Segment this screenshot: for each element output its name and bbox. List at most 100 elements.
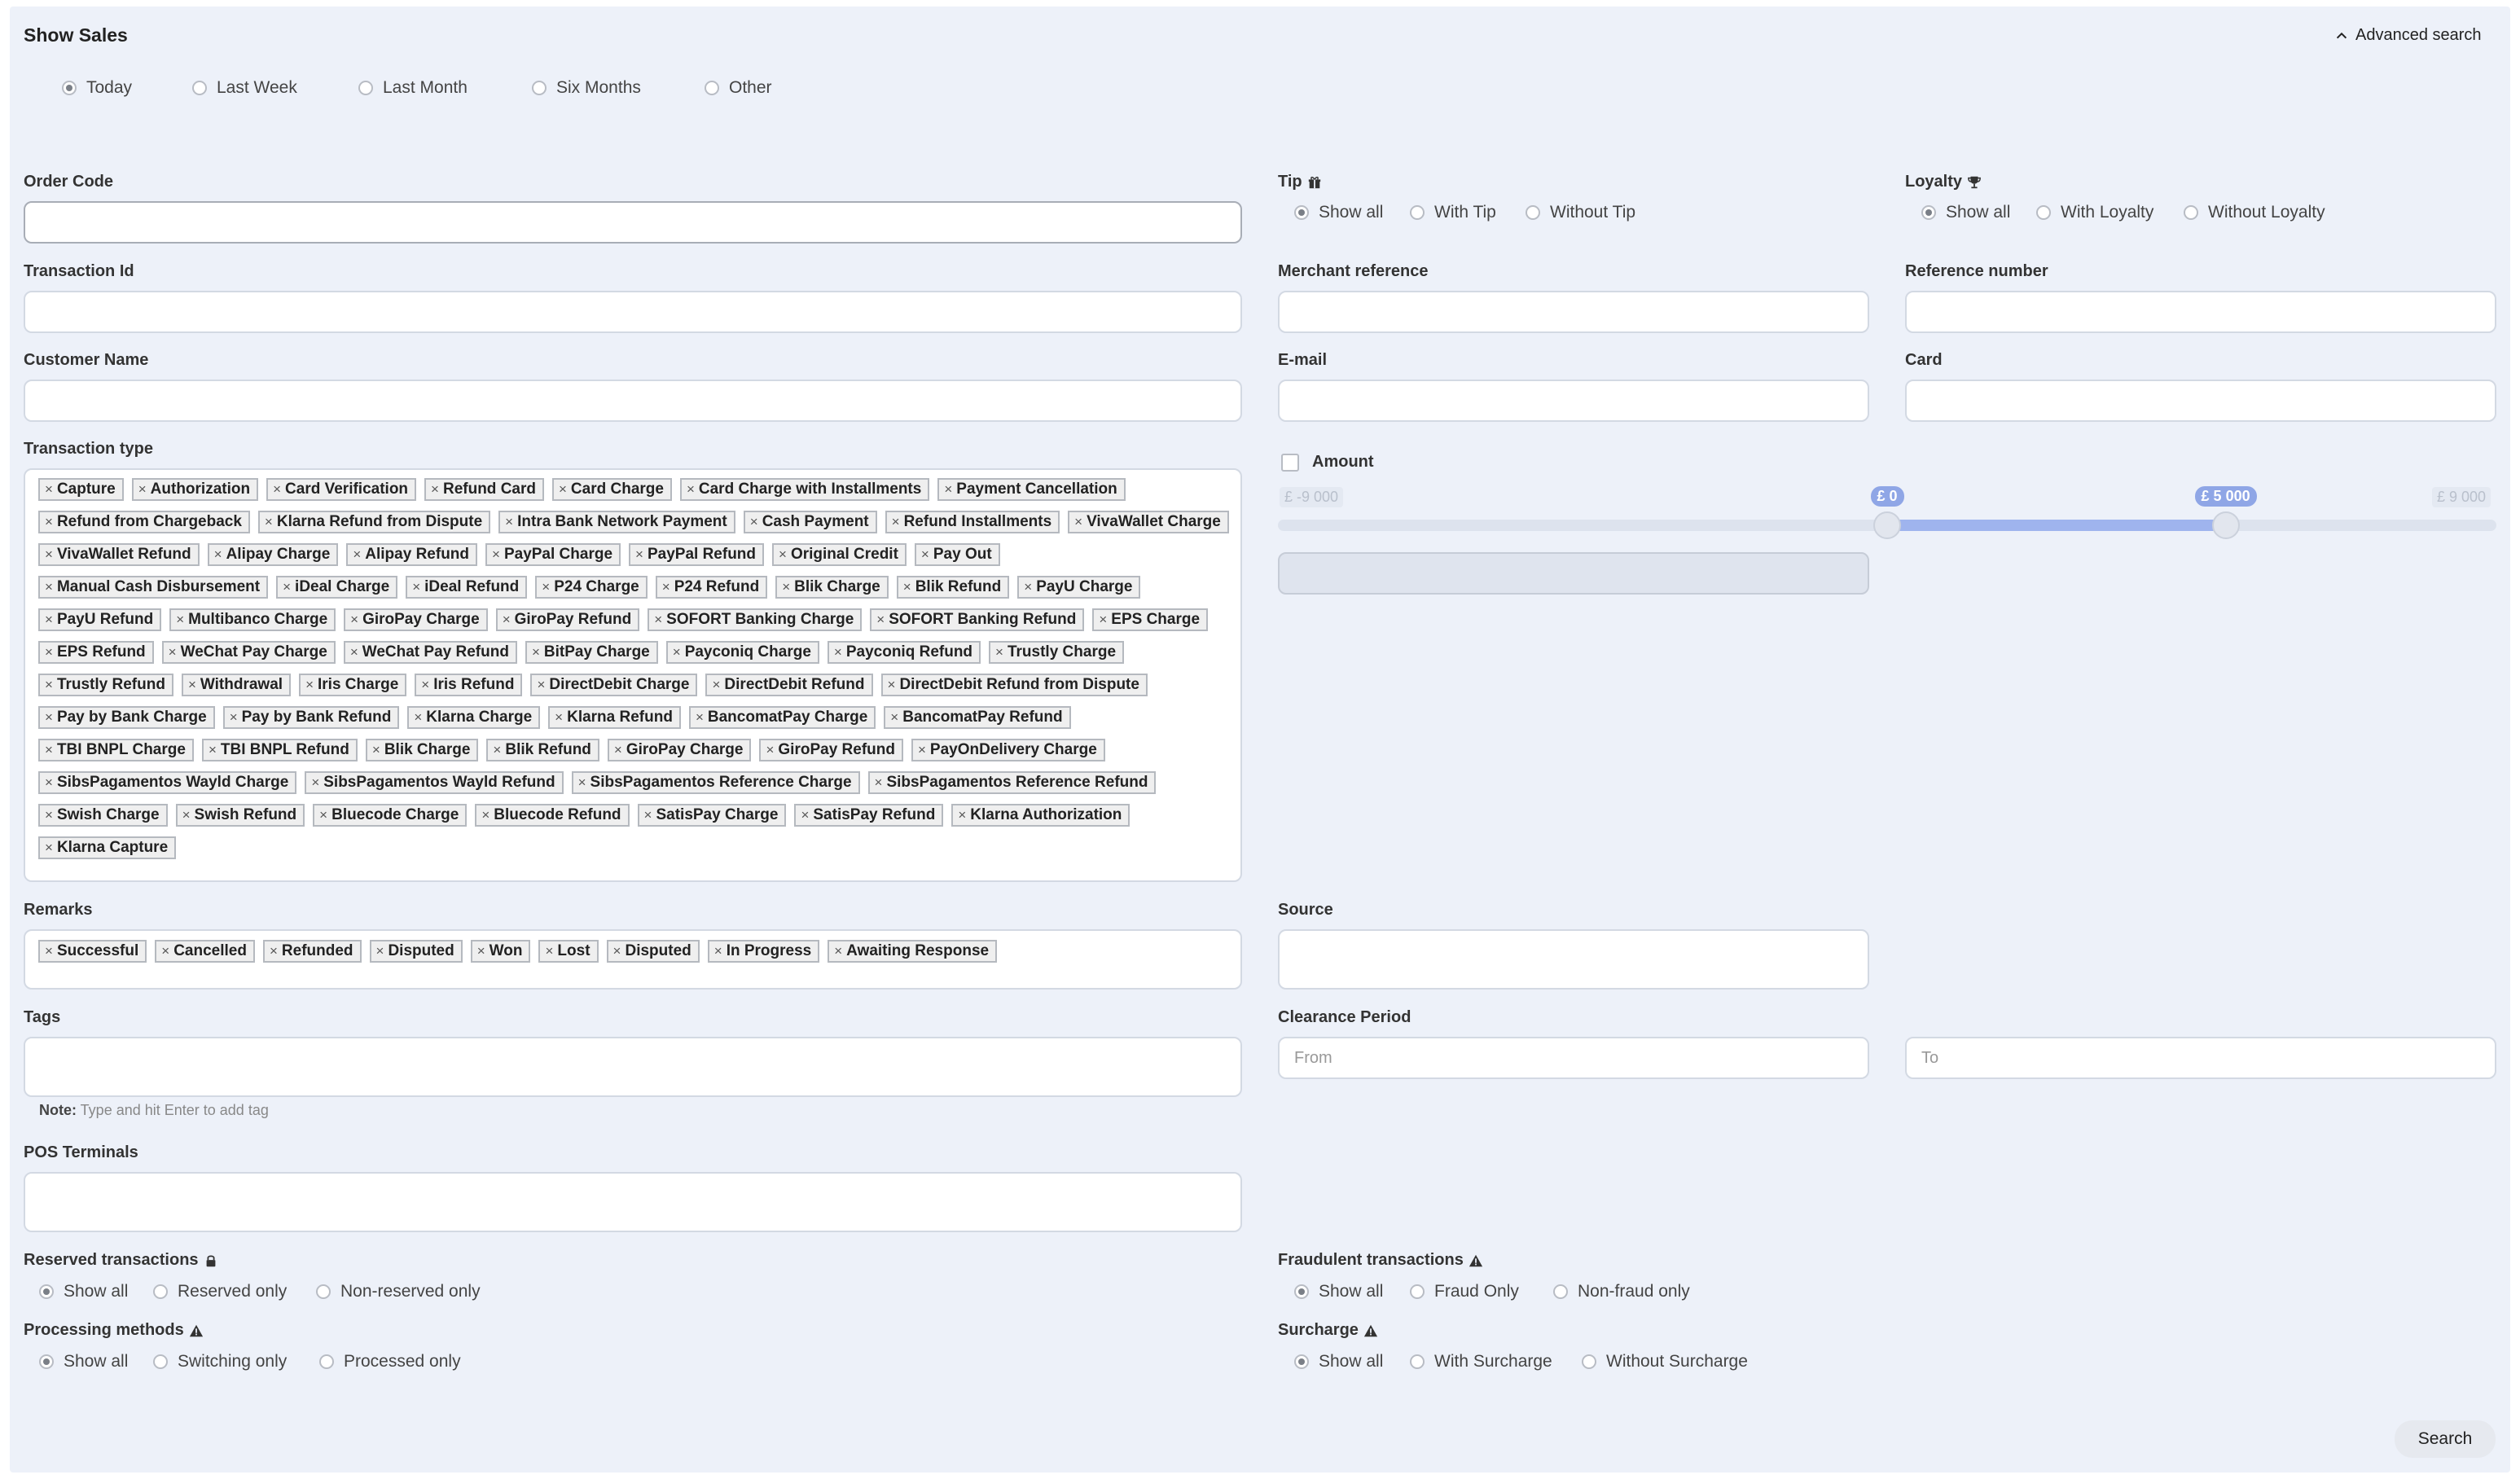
merchant-reference-input[interactable] [1278,291,1869,333]
radio-dot[interactable] [705,81,719,95]
tip-with-tip[interactable]: With Tip [1410,203,1526,222]
remove-tag-icon[interactable]: × [1099,612,1107,628]
processing-processed-only[interactable]: Processed only [319,1352,461,1371]
remove-tag-icon[interactable]: × [542,579,550,595]
remove-tag-icon[interactable]: × [283,579,291,595]
radio-dot[interactable] [2184,205,2198,220]
remove-tag-icon[interactable]: × [834,943,842,959]
remove-tag-icon[interactable]: × [559,481,567,498]
radio-dot[interactable] [532,81,547,95]
remove-tag-icon[interactable]: × [273,481,281,498]
remarks-select[interactable]: × Successful × Cancelled × Refunded × Disputed ×… [24,929,1242,990]
pos-terminals-input[interactable] [24,1172,1242,1232]
remove-tag-icon[interactable]: × [353,546,361,563]
remove-tag-icon[interactable]: × [311,775,319,791]
remove-tag-icon[interactable]: × [45,612,53,628]
remove-tag-icon[interactable]: × [635,546,643,563]
radio-dot[interactable] [358,81,373,95]
remove-tag-icon[interactable]: × [505,514,513,530]
radio-dot[interactable] [1553,1284,1568,1299]
remove-tag-icon[interactable]: × [350,644,358,661]
remove-tag-icon[interactable]: × [890,709,898,726]
remove-tag-icon[interactable]: × [350,612,358,628]
radio-dot[interactable] [1294,1284,1309,1299]
remove-tag-icon[interactable]: × [45,579,53,595]
remove-tag-icon[interactable]: × [45,481,53,498]
remove-tag-icon[interactable]: × [45,742,53,758]
amount-checkbox[interactable] [1281,453,1299,472]
radio-dot[interactable] [1526,205,1540,220]
period-six-months[interactable]: Six Months [532,78,705,98]
amount-high-handle[interactable] [2211,511,2240,539]
advanced-search-toggle[interactable]: Advanced search [2334,26,2482,45]
remove-tag-icon[interactable]: × [555,709,563,726]
remove-tag-icon[interactable]: × [481,807,490,823]
card-input[interactable] [1905,380,2496,422]
remove-tag-icon[interactable]: × [614,742,622,758]
surcharge-without-surcharge[interactable]: Without Surcharge [1582,1352,1748,1371]
remove-tag-icon[interactable]: × [138,481,147,498]
remove-tag-icon[interactable]: × [1074,514,1082,530]
remove-tag-icon[interactable]: × [613,943,621,959]
amount-input[interactable] [1278,552,1869,595]
radio-dot[interactable] [153,1354,168,1369]
radio-dot[interactable] [1582,1354,1596,1369]
fraudulent-non-fraud-only[interactable]: Non-fraud only [1553,1282,1690,1301]
remove-tag-icon[interactable]: × [921,546,929,563]
loyalty-without-loyalty[interactable]: Without Loyalty [2184,203,2325,222]
remove-tag-icon[interactable]: × [782,579,790,595]
reference-number-input[interactable] [1905,291,2496,333]
radio-dot[interactable] [192,81,207,95]
processing-show-all[interactable]: Show all [39,1352,153,1371]
remove-tag-icon[interactable]: × [876,612,885,628]
surcharge-show-all[interactable]: Show all [1294,1352,1410,1371]
remove-tag-icon[interactable]: × [214,546,222,563]
remove-tag-icon[interactable]: × [654,612,662,628]
remove-tag-icon[interactable]: × [662,579,670,595]
clearance-to-input[interactable] [1905,1037,2496,1079]
remove-tag-icon[interactable]: × [766,742,774,758]
radio-dot[interactable] [2036,205,2051,220]
remove-tag-icon[interactable]: × [492,546,500,563]
remove-tag-icon[interactable]: × [712,677,720,693]
remove-tag-icon[interactable]: × [696,709,704,726]
remove-tag-icon[interactable]: × [644,807,652,823]
remove-tag-icon[interactable]: × [903,579,911,595]
source-input[interactable] [1278,929,1869,990]
remove-tag-icon[interactable]: × [45,840,53,856]
remove-tag-icon[interactable]: × [537,677,545,693]
remove-tag-icon[interactable]: × [169,644,177,661]
fraudulent-fraud-only[interactable]: Fraud Only [1410,1282,1553,1301]
remove-tag-icon[interactable]: × [45,709,53,726]
radio-dot[interactable] [1410,1354,1425,1369]
radio-dot[interactable] [1294,205,1309,220]
remove-tag-icon[interactable]: × [188,677,196,693]
remove-tag-icon[interactable]: × [750,514,758,530]
remove-tag-icon[interactable]: × [161,943,169,959]
order-code-input[interactable] [24,201,1242,244]
remove-tag-icon[interactable]: × [532,644,540,661]
surcharge-with-surcharge[interactable]: With Surcharge [1410,1352,1582,1371]
reserved-show-all[interactable]: Show all [39,1282,153,1301]
remove-tag-icon[interactable]: × [834,644,842,661]
radio-dot[interactable] [1410,205,1425,220]
processing-switching-only[interactable]: Switching only [153,1352,319,1371]
remove-tag-icon[interactable]: × [45,514,53,530]
radio-dot[interactable] [1294,1354,1309,1369]
transaction-type-select[interactable]: × Capture × Authorization × Card Verification… [24,468,1242,882]
remove-tag-icon[interactable]: × [45,807,53,823]
remove-tag-icon[interactable]: × [888,677,896,693]
radio-dot[interactable] [39,1284,54,1299]
loyalty-show-all[interactable]: Show all [1921,203,2036,222]
radio-dot[interactable] [316,1284,331,1299]
remove-tag-icon[interactable]: × [918,742,926,758]
remove-tag-icon[interactable]: × [319,807,327,823]
remove-tag-icon[interactable]: × [45,644,53,661]
remove-tag-icon[interactable]: × [45,546,53,563]
remove-tag-icon[interactable]: × [431,481,439,498]
tip-show-all[interactable]: Show all [1294,203,1410,222]
remove-tag-icon[interactable]: × [779,546,787,563]
fraudulent-show-all[interactable]: Show all [1294,1282,1410,1301]
radio-dot[interactable] [1921,205,1936,220]
radio-dot[interactable] [319,1354,334,1369]
